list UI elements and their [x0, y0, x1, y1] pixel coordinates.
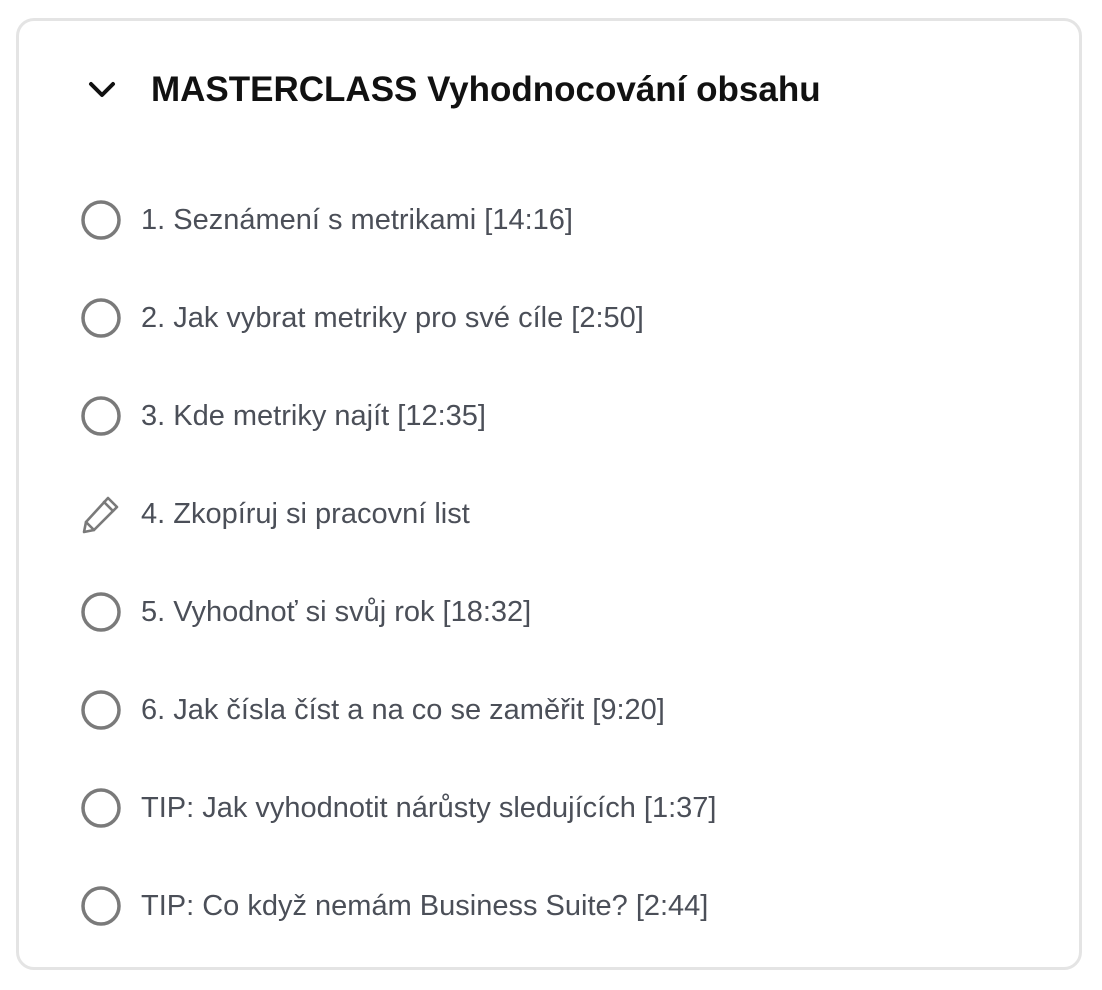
lesson-label: 1. Seznámení s metrikami [14:16] — [141, 203, 573, 236]
lesson-label: 5. Vyhodnoť si svůj rok [18:32] — [141, 595, 532, 628]
section-title: MASTERCLASS Vyhodnocování obsahu — [151, 70, 821, 109]
pencil-icon — [79, 492, 123, 536]
lesson-label: 3. Kde metriky najít [12:35] — [141, 399, 486, 432]
lesson-label: 6. Jak čísla číst a na co se zaměřit [9:… — [141, 693, 665, 726]
lesson-item[interactable]: TIP: Jak vyhodnotit nárůsty sledujících … — [79, 759, 716, 857]
circle-icon — [79, 296, 123, 340]
course-section-card: MASTERCLASS Vyhodnocování obsahu 1. Sezn… — [16, 18, 1082, 970]
circle-icon — [79, 590, 123, 634]
circle-icon — [79, 394, 123, 438]
lesson-label: TIP: Co když nemám Business Suite? [2:44… — [141, 889, 709, 922]
lesson-item[interactable]: 1. Seznámení s metrikami [14:16] — [79, 171, 716, 269]
section-header[interactable]: MASTERCLASS Vyhodnocování obsahu — [83, 65, 821, 115]
lesson-list: 1. Seznámení s metrikami [14:16] 2. Jak … — [79, 171, 716, 955]
lesson-label: TIP: Jak vyhodnotit nárůsty sledujících … — [141, 791, 717, 824]
lesson-label: 2. Jak vybrat metriky pro své cíle [2:50… — [141, 301, 644, 334]
circle-icon — [79, 884, 123, 928]
lesson-item[interactable]: 4. Zkopíruj si pracovní list — [79, 465, 716, 563]
lesson-item[interactable]: 2. Jak vybrat metriky pro své cíle [2:50… — [79, 269, 716, 367]
circle-icon — [79, 688, 123, 732]
chevron-down-icon[interactable] — [83, 71, 121, 109]
circle-icon — [79, 198, 123, 242]
lesson-item[interactable]: 3. Kde metriky najít [12:35] — [79, 367, 716, 465]
lesson-item[interactable]: 6. Jak čísla číst a na co se zaměřit [9:… — [79, 661, 716, 759]
lesson-item[interactable]: TIP: Co když nemám Business Suite? [2:44… — [79, 857, 716, 955]
circle-icon — [79, 786, 123, 830]
lesson-label: 4. Zkopíruj si pracovní list — [141, 497, 470, 530]
lesson-item[interactable]: 5. Vyhodnoť si svůj rok [18:32] — [79, 563, 716, 661]
